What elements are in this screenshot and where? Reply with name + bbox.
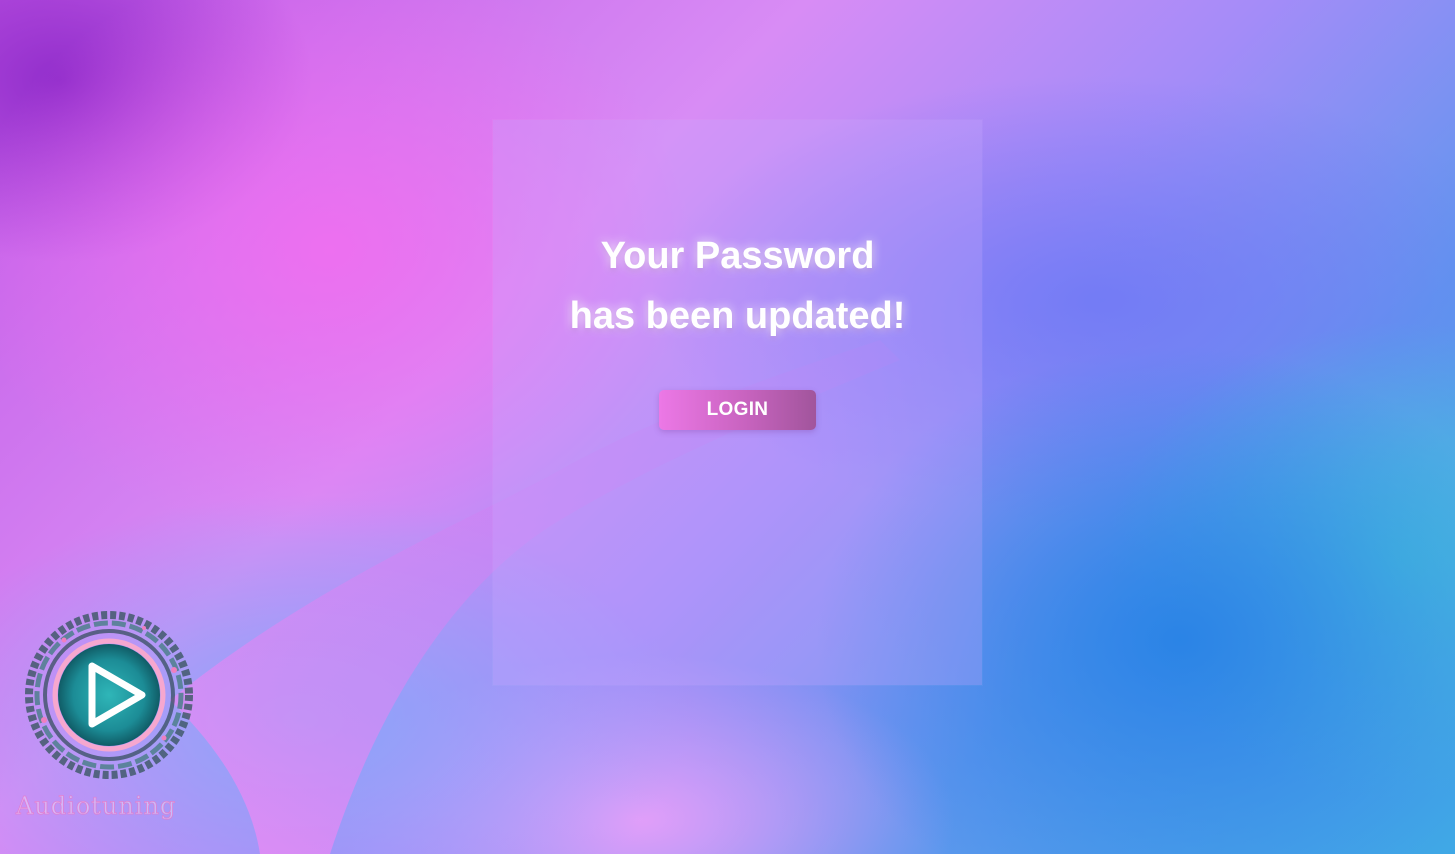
confirmation-message: Your Password has been updated! bbox=[493, 226, 982, 346]
confirmation-panel: Your Password has been updated! LOGIN bbox=[493, 120, 982, 685]
message-line-2: has been updated! bbox=[569, 295, 906, 337]
brand-wordmark: Audiotuning bbox=[16, 792, 177, 821]
message-line-1: Your Password bbox=[600, 235, 875, 277]
login-button[interactable]: LOGIN bbox=[659, 390, 816, 430]
play-icon bbox=[25, 611, 193, 779]
